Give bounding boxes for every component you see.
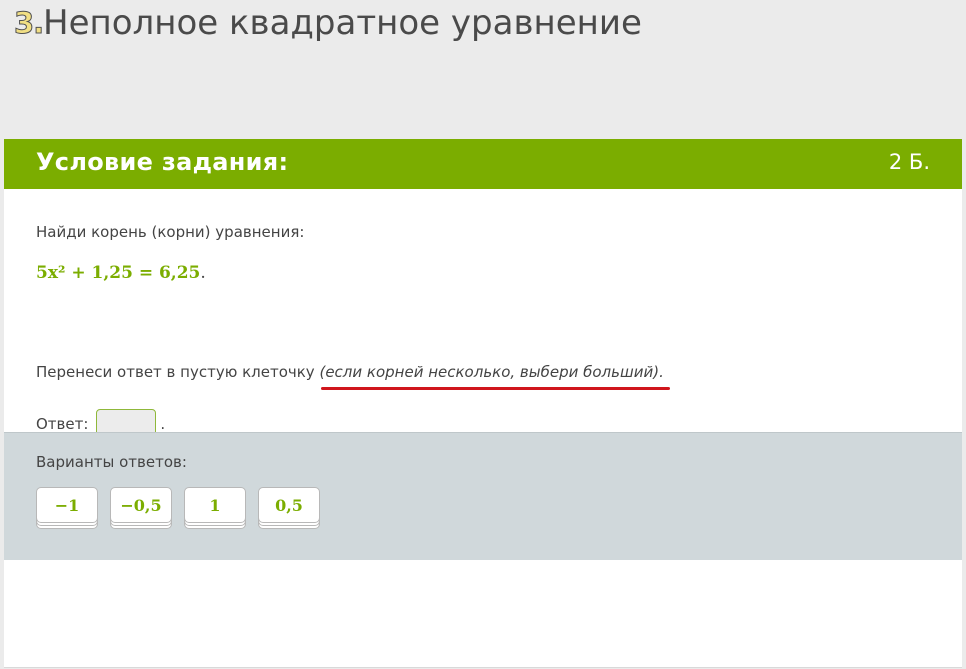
hint-note-text: (если корней несколько, выбери больший). (319, 363, 664, 381)
page-title: Неполное квадратное уравнение (43, 3, 642, 43)
task-body: Найди корень (корни) уравнения: 5x² + 1,… (4, 189, 962, 439)
card-header-title: Условие задания: (36, 148, 289, 176)
card-header: Условие задания: 2 Б. (4, 139, 962, 189)
page-header: 3. Неполное квадратное уравнение (0, 0, 966, 138)
variant-tile-minus-0-5[interactable]: −0,5 (110, 487, 172, 523)
variant-tile-0-5[interactable]: 0,5 (258, 487, 320, 523)
hint-text: Перенеси ответ в пустую клеточку (36, 363, 320, 381)
answer-dot: . (160, 415, 166, 433)
equation-text: 5x² + 1,25 = 6,25 (36, 263, 201, 283)
variants-label: Варианты ответов: (36, 453, 187, 471)
hint-note: (если корней несколько, выбери больший). (319, 363, 670, 390)
answer-label: Ответ: (36, 415, 89, 433)
instruction-text: Найди корень (корни) уравнения: (36, 223, 305, 241)
variant-tile-1[interactable]: 1 (184, 487, 246, 523)
points-badge: 2 Б. (888, 150, 930, 174)
red-underline (321, 387, 670, 390)
equation-period: . (200, 263, 206, 283)
variant-tile-minus-1[interactable]: −1 (36, 487, 98, 523)
answer-variants-panel: Варианты ответов: −1 −0,5 1 0,5 (4, 432, 962, 560)
task-number: 3. (13, 6, 44, 41)
variant-tiles: −1 −0,5 1 0,5 (36, 487, 332, 523)
task-card: Условие задания: 2 Б. Найди корень (корн… (4, 139, 962, 668)
hint-line: Перенеси ответ в пустую клеточку (если к… (36, 363, 670, 390)
equation: 5x² + 1,25 = 6,25. (36, 263, 206, 283)
